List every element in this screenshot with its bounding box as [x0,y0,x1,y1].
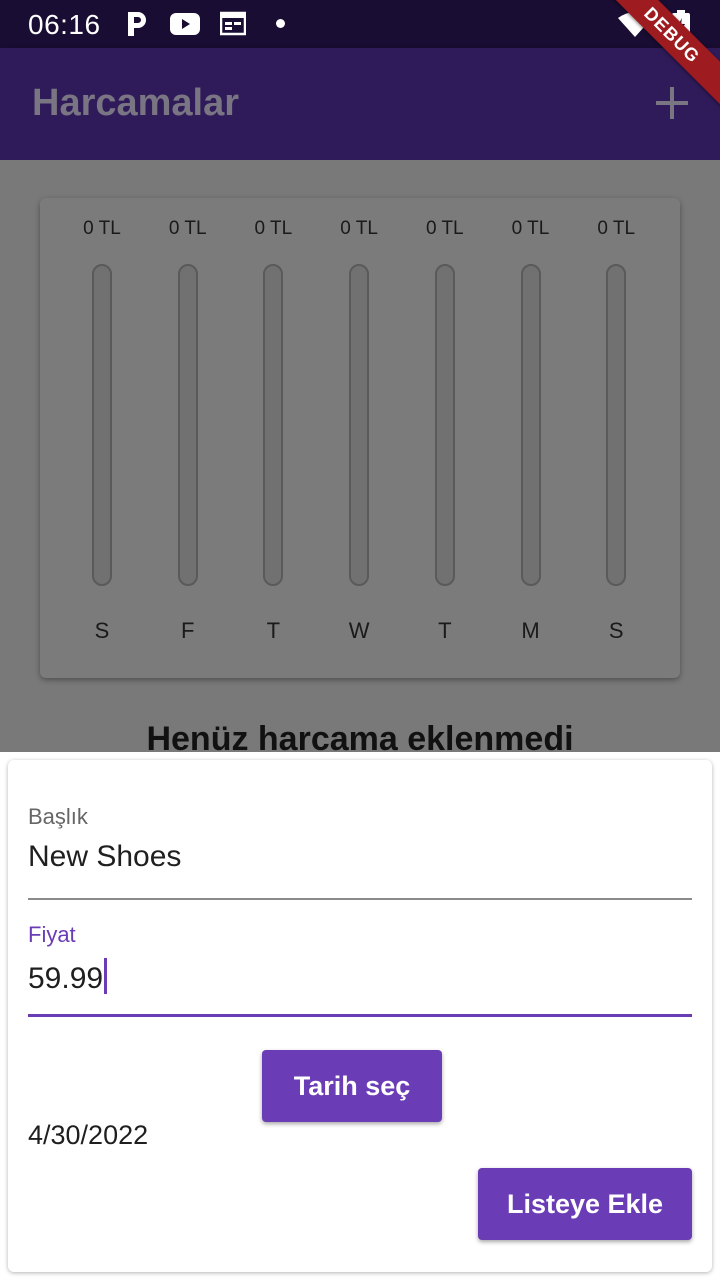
chart-bar-amount: 0 TL [83,218,121,239]
status-bar: 06:16 [0,0,720,48]
title-field-label: Başlık [28,804,88,829]
chart-bar-day-label: S [94,618,110,643]
notification-dot-icon [276,19,285,28]
calendar-icon [220,11,246,36]
title-field-underline [28,898,692,900]
text-caret [104,958,108,994]
chart-bar-column: 0 TL T [233,198,313,678]
chart-bar-day-label: M [521,618,540,643]
chart-bar-day-label: W [348,618,370,643]
chart-bar-day-label: T [438,618,452,643]
pick-date-button[interactable]: Tarih seç [262,1050,442,1122]
status-time: 06:16 [28,9,101,40]
chart-bar-day-label: S [608,618,624,643]
price-field-underline [28,1014,692,1017]
chart-bar-amount: 0 TL [340,218,378,239]
chart-bar-amount: 0 TL [425,218,464,239]
price-field[interactable]: Fiyat 59.99 [28,922,692,1018]
weekly-chart: 0 TL S 0 TL F 0 TL T 0 TL W 0 TL T 0 TL M 0 TL S [40,198,680,678]
chart-bar-amount: 0 TL [168,218,207,239]
chart-bar-amount: 0 TL [511,218,550,239]
add-expense-form: Başlık New Shoes Fiyat 59.99 4/30/2022 T… [8,760,712,1272]
chart-bar-column: 0 TL T [405,198,485,678]
app-bar: Harcamalar [0,48,720,160]
title-field[interactable]: Başlık New Shoes [28,804,692,900]
p-app-icon [128,12,146,36]
chart-bar-amount: 0 TL [597,218,636,239]
chart-bar-track [606,264,627,586]
chart-bar-track [520,264,541,586]
chart-bar-track [349,264,370,586]
chart-bar-column: 0 TL F [148,198,228,678]
price-input-wrap[interactable]: 59.99 [28,958,108,996]
chart-bar-column: 0 TL M [491,198,571,678]
selected-date: 4/30/2022 [28,1120,149,1150]
chart-bar-amount: 0 TL [254,218,293,239]
add-to-list-button[interactable]: Listeye Ekle [478,1168,692,1240]
chart-bar-day-label: T [266,618,281,643]
chart-bar-track [177,264,198,586]
chart-bar-track [263,264,284,586]
add-icon[interactable] [648,78,696,126]
chart-bar-column: 0 TL W [319,198,399,678]
title-input[interactable]: New Shoes [28,840,181,874]
price-input[interactable]: 59.99 [28,962,103,995]
chart-bar-column: 0 TL S [62,198,142,678]
chart-bar-track [434,264,455,586]
add-expense-sheet: Başlık New Shoes Fiyat 59.99 4/30/2022 T… [0,752,720,1280]
youtube-icon [170,13,200,35]
chart-bar-track [92,264,112,586]
price-field-label: Fiyat [28,922,76,947]
chart-bar-day-label: F [180,618,195,643]
app-title: Harcamalar [32,82,240,124]
chart-bar-column: 0 TL S [576,198,656,678]
